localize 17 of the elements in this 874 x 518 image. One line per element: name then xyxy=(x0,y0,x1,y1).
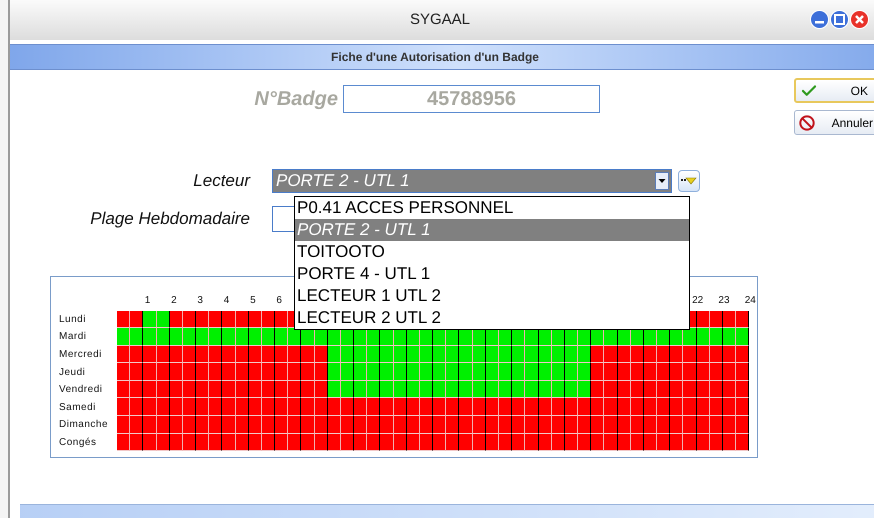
day-label: Vendredi xyxy=(59,383,104,398)
day-label: Dimanche xyxy=(59,418,110,432)
badge-label: N°Badge xyxy=(253,87,338,112)
day-label: Lundi xyxy=(59,312,87,327)
window-title: SYGAAL xyxy=(408,10,472,30)
day-label: Congés xyxy=(59,436,98,450)
day-label: Mercredi xyxy=(59,348,103,362)
lecteur-label: Lecteur xyxy=(192,170,252,192)
day-label: Jeudi xyxy=(59,366,86,380)
hour-label: 23 xyxy=(718,294,730,306)
hour-label: 6 xyxy=(276,294,282,306)
hour-label: 5 xyxy=(250,294,256,306)
day-label: Mardi xyxy=(59,330,88,344)
hour-label: 3 xyxy=(197,294,203,306)
day-label: Samedi xyxy=(59,400,97,415)
header-title: Fiche d'une Autorisation d'un Badge xyxy=(330,49,540,66)
plage-label: Plage Hebdomadaire xyxy=(89,208,251,230)
